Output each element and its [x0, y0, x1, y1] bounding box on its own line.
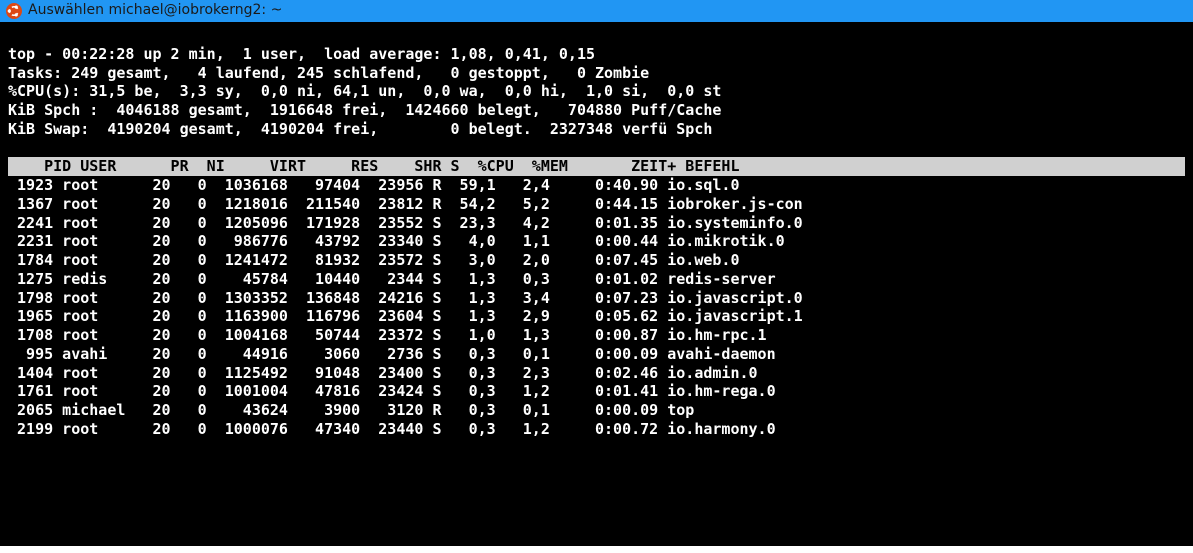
- terminal-output[interactable]: top - 00:22:28 up 2 min, 1 user, load av…: [0, 22, 1193, 546]
- process-row: 1275 redis 20 0 45784 10440 2344 S 1,3 0…: [8, 270, 1185, 289]
- top-summary-line-4: KiB Spch : 4046188 gesamt, 1916648 frei,…: [8, 101, 721, 119]
- top-summary-line-3: %CPU(s): 31,5 be, 3,3 sy, 0,0 ni, 64,1 u…: [8, 82, 721, 100]
- process-row: 2231 root 20 0 986776 43792 23340 S 4,0 …: [8, 232, 1185, 251]
- process-row: 1761 root 20 0 1001004 47816 23424 S 0,3…: [8, 382, 1185, 401]
- process-table-body: 1923 root 20 0 1036168 97404 23956 R 59,…: [8, 176, 1185, 439]
- process-row: 1798 root 20 0 1303352 136848 24216 S 1,…: [8, 289, 1185, 308]
- process-row: 1784 root 20 0 1241472 81932 23572 S 3,0…: [8, 251, 1185, 270]
- ubuntu-icon: [6, 3, 22, 19]
- top-summary-line-2: Tasks: 249 gesamt, 4 laufend, 245 schlaf…: [8, 64, 649, 82]
- process-row: 2199 root 20 0 1000076 47340 23440 S 0,3…: [8, 420, 1185, 439]
- top-summary-line-5: KiB Swap: 4190204 gesamt, 4190204 frei, …: [8, 120, 712, 138]
- window-title: Auswählen michael@iobrokerng2: ~: [28, 2, 282, 20]
- top-summary-line-1: top - 00:22:28 up 2 min, 1 user, load av…: [8, 45, 595, 63]
- process-row: 1965 root 20 0 1163900 116796 23604 S 1,…: [8, 307, 1185, 326]
- process-table-header: PID USER PR NI VIRT RES SHR S %CPU %MEM …: [8, 157, 1185, 176]
- process-row: 1367 root 20 0 1218016 211540 23812 R 54…: [8, 195, 1185, 214]
- process-row: 1708 root 20 0 1004168 50744 23372 S 1,0…: [8, 326, 1185, 345]
- process-row: 2065 michael 20 0 43624 3900 3120 R 0,3 …: [8, 401, 1185, 420]
- process-row: 1923 root 20 0 1036168 97404 23956 R 59,…: [8, 176, 1185, 195]
- process-row: 1404 root 20 0 1125492 91048 23400 S 0,3…: [8, 364, 1185, 383]
- window-titlebar[interactable]: Auswählen michael@iobrokerng2: ~: [0, 0, 1193, 22]
- process-row: 995 avahi 20 0 44916 3060 2736 S 0,3 0,1…: [8, 345, 1185, 364]
- process-row: 2241 root 20 0 1205096 171928 23552 S 23…: [8, 214, 1185, 233]
